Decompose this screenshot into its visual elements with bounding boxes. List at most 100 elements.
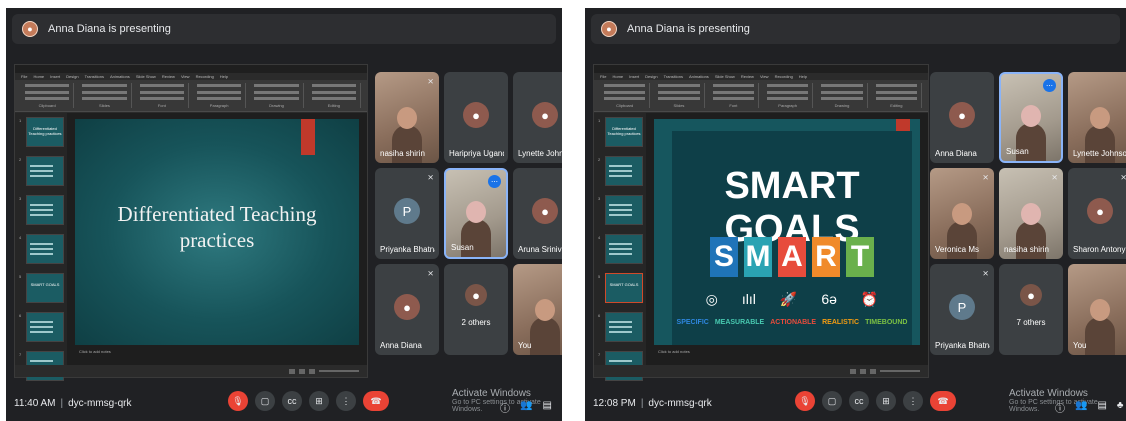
captions-icon[interactable]: cc	[849, 391, 869, 411]
slide-thumbnail[interactable]: 6	[598, 312, 643, 342]
slide-thumbnail[interactable]: 4	[19, 234, 64, 264]
mic-off-icon[interactable]: 🎙	[795, 391, 815, 411]
ribbon-group: Font	[136, 83, 189, 108]
present-icon[interactable]: ⊞	[876, 391, 896, 411]
ppt-menu-item[interactable]: Slide Show	[136, 74, 156, 79]
people-icon[interactable]: 👥	[520, 400, 532, 415]
leave-call-icon[interactable]: ☎	[363, 391, 389, 411]
slide-thumbnail[interactable]: 5 SMART GOALS	[19, 273, 64, 303]
participant-tile[interactable]: ● 2 others	[444, 264, 508, 355]
participant-tile[interactable]: ⨯ nasiha shirin	[375, 72, 439, 163]
thumbnail-line	[609, 248, 632, 250]
ppt-menu-item[interactable]: Recording	[775, 74, 793, 79]
ppt-menu-item[interactable]: Transitions	[664, 74, 683, 79]
meet-bottom-bar: 11:40 AM | dyc-mmsg-qrk 🎙 ▢ cc ⊞ ⋮ ☎ Activ…	[6, 385, 562, 421]
slide-thumbnail[interactable]: 6	[19, 312, 64, 342]
leave-call-icon[interactable]: ☎	[930, 391, 956, 411]
participant-tile[interactable]: ● ⨯ Anna Diana	[375, 264, 439, 355]
participant-avatar: ●	[532, 102, 558, 128]
participant-tile[interactable]: Lynette Johnson	[1068, 72, 1126, 163]
ppt-menu-item[interactable]: Animations	[689, 74, 709, 79]
smart-goal-word: ACTIONABLE	[770, 319, 817, 326]
ppt-menu-item[interactable]: View	[760, 74, 769, 79]
slide-thumbnail[interactable]: 3	[19, 195, 64, 225]
slide-thumbnail[interactable]: 4	[598, 234, 643, 264]
present-icon[interactable]: ⊞	[309, 391, 329, 411]
chat-icon[interactable]: ▤	[542, 400, 551, 415]
ppt-menu-item[interactable]: Design	[645, 74, 657, 79]
participant-tile[interactable]: ● Anna Diana	[930, 72, 994, 163]
ppt-menu-item[interactable]: Design	[66, 74, 78, 79]
ppt-menu-item[interactable]: Review	[162, 74, 175, 79]
people-icon[interactable]: 👥	[1075, 400, 1087, 415]
presenting-banner: ● Anna Diana is presenting	[12, 14, 556, 44]
participant-name: Veronica Ms	[935, 245, 980, 254]
thumbnail-line	[609, 331, 632, 333]
thumbnail-line	[30, 165, 53, 167]
slide-title-line2: practices	[179, 228, 255, 252]
participant-tile[interactable]: P ⨯ Priyanka Bhatnagar	[375, 168, 439, 259]
camera-icon[interactable]: ▢	[255, 391, 275, 411]
info-icon[interactable]: ⓘ	[1055, 400, 1065, 415]
participant-tile[interactable]: ⋯ Susan	[444, 168, 508, 259]
participant-tile[interactable]: ● ⨯ Sharon Antony	[1068, 168, 1126, 259]
camera-icon[interactable]: ▢	[822, 391, 842, 411]
meet-side-icons: ⓘ 👥 ▤ ♣	[500, 400, 562, 415]
more-options-icon[interactable]: ⋮	[336, 391, 356, 411]
thumbnail-number: 3	[598, 196, 601, 201]
ribbon-group: Editing	[872, 83, 922, 108]
participant-avatar: ●	[1087, 198, 1113, 224]
chat-icon[interactable]: ▤	[1097, 400, 1106, 415]
ppt-menu-item[interactable]: Help	[799, 74, 807, 79]
participant-tile[interactable]: P ⨯ Priyanka Bhatnagar	[930, 264, 994, 355]
thumbnail-line	[30, 175, 53, 177]
slide-thumbnail[interactable]: 1 Differentiated Teaching practices	[598, 117, 643, 147]
thumbnail-text: SMART GOALS	[30, 282, 60, 287]
participant-avatar: ●	[949, 102, 975, 128]
ppt-menu-item[interactable]: Slide Show	[715, 74, 735, 79]
participant-tile[interactable]: ● 7 others	[999, 264, 1063, 355]
slide-thumbnail[interactable]: 2	[598, 156, 643, 186]
participant-tile[interactable]: ●⨯Aruna Srinivasan	[513, 168, 562, 259]
participant-tile[interactable]: ● Haripriya Ugandhar	[444, 72, 508, 163]
thumbnail-line	[30, 209, 53, 211]
ppt-menu-item[interactable]: Recording	[196, 74, 214, 79]
participant-tile[interactable]: ⋯ Susan	[999, 72, 1063, 163]
thumbnail-line	[30, 214, 53, 216]
ppt-menu-item[interactable]: Animations	[110, 74, 130, 79]
participant-tile[interactable]: ● Lynette Johnson	[513, 72, 562, 163]
others-avatar-stack: ●	[465, 284, 487, 306]
more-options-icon[interactable]: ⋮	[903, 391, 923, 411]
participant-tile[interactable]: ⨯ nasiha shirin	[999, 168, 1063, 259]
ppt-menu-item[interactable]: File	[600, 74, 606, 79]
slide-thumbnail[interactable]: 1 Differentiated Teaching practices	[19, 117, 64, 147]
activities-icon[interactable]: ♣	[1117, 400, 1124, 415]
meet-window-right: ● Anna Diana is presenting File Home Inser…	[585, 8, 1126, 421]
slide-thumbnail[interactable]: 2	[19, 156, 64, 186]
ppt-menu-item[interactable]: Insert	[629, 74, 639, 79]
thumbnail-line	[30, 321, 53, 323]
slide-thumbnail[interactable]: 5 SMART GOALS	[598, 273, 643, 303]
participant-tile[interactable]: ⨯ Veronica Ms	[930, 168, 994, 259]
smart-goal-word: TIMEBOUND	[865, 319, 908, 326]
captions-icon[interactable]: cc	[282, 391, 302, 411]
info-icon[interactable]: ⓘ	[500, 400, 510, 415]
ppt-menu-item[interactable]: Insert	[50, 74, 60, 79]
ppt-menu-item[interactable]: File	[21, 74, 27, 79]
slide-thumbnail[interactable]: 3	[598, 195, 643, 225]
participant-tile[interactable]: You	[1068, 264, 1126, 355]
meet-window-left: ● Anna Diana is presenting File Home Inser…	[6, 8, 562, 421]
ppt-menu-item[interactable]: Help	[220, 74, 228, 79]
ppt-menu-item[interactable]: Home	[33, 74, 44, 79]
current-slide: SMART GOALS SMART ◎ ılıl 🚀 6ə ⏰ SPECIFIC MEAS…	[654, 119, 920, 345]
ppt-menu-item[interactable]: Transitions	[85, 74, 104, 79]
participant-tile[interactable]: ⨯You	[513, 264, 562, 355]
slide-thumbnails: 1 Differentiated Teaching practices 2 3 4 5 SM…	[15, 113, 67, 381]
ppt-menu-item[interactable]: Home	[612, 74, 623, 79]
ppt-menu-item[interactable]: Review	[741, 74, 754, 79]
ppt-menu-item[interactable]: View	[181, 74, 190, 79]
thumbnail-text	[27, 313, 63, 321]
ribbon-group-label: Paragraph	[209, 102, 229, 108]
mic-off-icon[interactable]: 🎙	[228, 391, 248, 411]
thumbnail-line	[609, 214, 632, 216]
